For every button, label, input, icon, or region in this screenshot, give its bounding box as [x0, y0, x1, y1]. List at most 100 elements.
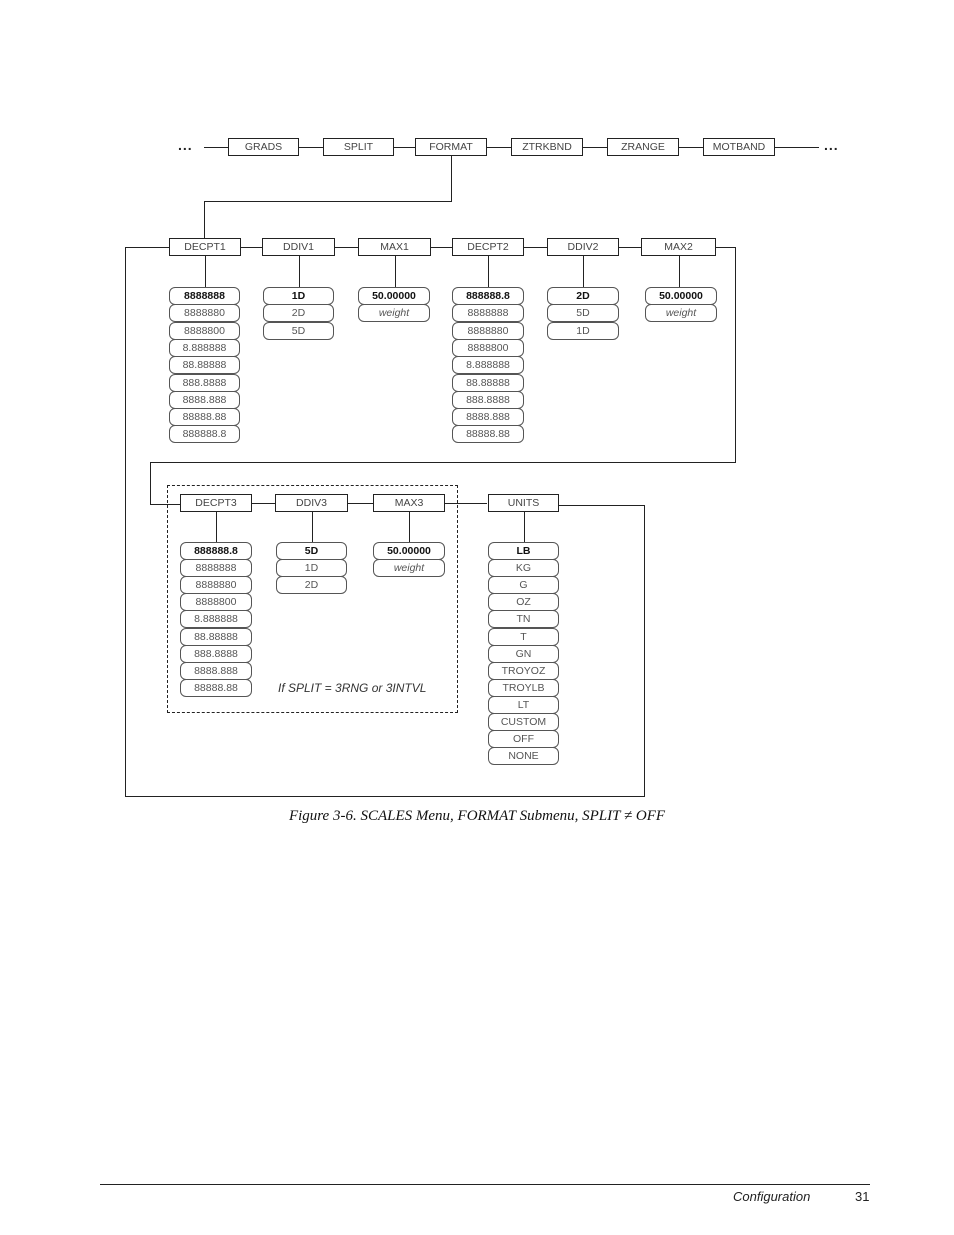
- menu-option[interactable]: 888888.8: [180, 542, 252, 560]
- menu-option[interactable]: TN: [488, 610, 559, 629]
- connector: [619, 247, 641, 248]
- menu-option[interactable]: 1D: [263, 287, 334, 305]
- connector: [524, 247, 547, 248]
- menu-ddiv3[interactable]: DDIV3: [275, 494, 348, 512]
- connector: [583, 147, 607, 148]
- menu-option[interactable]: G: [488, 576, 559, 595]
- connector: [299, 256, 300, 287]
- menu-option[interactable]: 88.88888: [180, 627, 252, 646]
- menu-option[interactable]: TROYOZ: [488, 661, 559, 680]
- menu-option[interactable]: 888.8888: [180, 644, 252, 663]
- connector: [431, 247, 452, 248]
- connector: [445, 503, 487, 504]
- menu-format[interactable]: FORMAT: [415, 138, 487, 156]
- menu-option[interactable]: 888.8888: [169, 373, 240, 392]
- connector: [487, 147, 511, 148]
- connector: [409, 512, 410, 542]
- trailing-ellipsis: ...: [824, 137, 839, 153]
- connector: [488, 256, 489, 287]
- menu-units[interactable]: UNITS: [488, 494, 559, 512]
- menu-option[interactable]: 50.00000: [358, 287, 430, 305]
- menu-decpt3[interactable]: DECPT3: [180, 494, 252, 512]
- menu-option[interactable]: 88.88888: [452, 373, 524, 392]
- menu-option[interactable]: 8888800: [169, 321, 240, 340]
- connector: [205, 256, 206, 287]
- menu-option[interactable]: 8888888: [180, 559, 252, 578]
- menu-option[interactable]: 5D: [547, 304, 619, 323]
- connector: [679, 256, 680, 287]
- menu-option[interactable]: 88888.88: [180, 678, 252, 697]
- page-number: 31: [855, 1189, 870, 1204]
- menu-option[interactable]: 2D: [276, 576, 347, 595]
- menu-option[interactable]: 8888.888: [169, 390, 240, 409]
- connector: [559, 505, 645, 506]
- leading-ellipsis: ...: [178, 137, 193, 153]
- menu-max2[interactable]: MAX2: [641, 238, 716, 256]
- menu-option[interactable]: weight: [358, 304, 430, 323]
- menu-option[interactable]: 8888800: [180, 593, 252, 612]
- menu-option[interactable]: 8.888888: [180, 610, 252, 629]
- menu-option[interactable]: 888888.8: [452, 287, 524, 305]
- connector: [583, 256, 584, 287]
- menu-option[interactable]: 8888880: [180, 576, 252, 595]
- menu-option[interactable]: weight: [373, 559, 445, 578]
- menu-option[interactable]: 88.88888: [169, 356, 240, 375]
- connector: [204, 201, 452, 202]
- menu-option[interactable]: KG: [488, 559, 559, 578]
- menu-split[interactable]: SPLIT: [323, 138, 394, 156]
- footer-section: Configuration: [733, 1189, 811, 1204]
- connector: [348, 503, 373, 504]
- menu-ddiv2[interactable]: DDIV2: [547, 238, 619, 256]
- menu-option[interactable]: CUSTOM: [488, 713, 559, 731]
- connector: [241, 247, 262, 248]
- menu-zrange[interactable]: ZRANGE: [607, 138, 679, 156]
- connector: [150, 462, 736, 463]
- menu-option[interactable]: T: [488, 627, 559, 646]
- menu-option[interactable]: 1D: [276, 559, 347, 578]
- connector: [204, 201, 205, 239]
- menu-max1[interactable]: MAX1: [358, 238, 431, 256]
- connector: [125, 796, 645, 797]
- menu-option[interactable]: 8888888: [169, 287, 240, 305]
- menu-decpt1[interactable]: DECPT1: [169, 238, 241, 256]
- menu-option[interactable]: LB: [488, 542, 559, 560]
- menu-option[interactable]: GN: [488, 644, 559, 663]
- menu-option[interactable]: 8888.888: [452, 408, 524, 427]
- menu-option[interactable]: 2D: [263, 304, 334, 323]
- connector: [125, 247, 126, 797]
- menu-option[interactable]: TROYLB: [488, 678, 559, 697]
- menu-option[interactable]: 8888.888: [180, 661, 252, 680]
- connector: [150, 462, 151, 504]
- menu-option[interactable]: 8.888888: [452, 356, 524, 375]
- menu-ztrkbnd[interactable]: ZTRKBND: [511, 138, 583, 156]
- menu-motband[interactable]: MOTBAND: [703, 138, 775, 156]
- menu-option[interactable]: NONE: [488, 747, 559, 766]
- connector: [735, 247, 736, 462]
- connector: [394, 147, 415, 148]
- menu-option[interactable]: 8888888: [452, 304, 524, 323]
- connector: [204, 147, 228, 148]
- menu-option[interactable]: 88888.88: [452, 425, 524, 444]
- menu-option[interactable]: 50.00000: [645, 287, 717, 305]
- menu-option[interactable]: 8888880: [169, 304, 240, 323]
- menu-option[interactable]: 5D: [263, 321, 334, 340]
- menu-option[interactable]: 88888.88: [169, 408, 240, 427]
- menu-option[interactable]: 888.8888: [452, 390, 524, 409]
- menu-option[interactable]: 8888880: [452, 321, 524, 340]
- menu-option[interactable]: 8888800: [452, 338, 524, 357]
- menu-option[interactable]: LT: [488, 695, 559, 714]
- menu-option[interactable]: 1D: [547, 321, 619, 340]
- menu-option[interactable]: 2D: [547, 287, 619, 305]
- menu-option[interactable]: 888888.8: [169, 425, 240, 444]
- menu-max3[interactable]: MAX3: [373, 494, 445, 512]
- menu-option[interactable]: weight: [645, 304, 717, 323]
- menu-grads[interactable]: GRADS: [228, 138, 299, 156]
- connector: [252, 503, 275, 504]
- menu-decpt2[interactable]: DECPT2: [452, 238, 524, 256]
- menu-option[interactable]: 5D: [276, 542, 347, 560]
- menu-option[interactable]: OFF: [488, 730, 559, 749]
- menu-option[interactable]: 50.00000: [373, 542, 445, 560]
- menu-option[interactable]: OZ: [488, 593, 559, 612]
- menu-ddiv1[interactable]: DDIV1: [262, 238, 335, 256]
- menu-option[interactable]: 8.888888: [169, 338, 240, 357]
